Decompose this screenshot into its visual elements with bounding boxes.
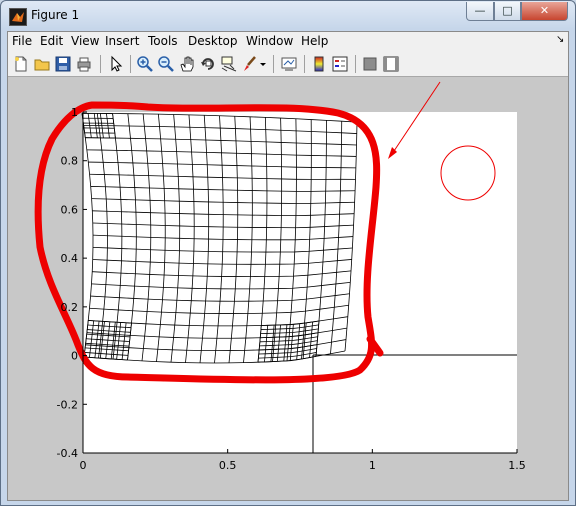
menu-help[interactable]: Help (301, 34, 328, 48)
figure-canvas[interactable]: 0 0.5 1 1.5 -0.4 -0.2 0 0.2 0.4 0.6 0.8 1 (8, 77, 568, 500)
print-icon[interactable] (75, 55, 93, 73)
toolbar-separator (355, 55, 356, 73)
x-tick-label: 0.5 (219, 459, 237, 472)
show-plot-tools-icon[interactable] (382, 55, 400, 73)
axes-plot[interactable]: 0 0.5 1 1.5 -0.4 -0.2 0 0.2 0.4 0.6 0.8 1 (8, 77, 568, 500)
rotate-3d-icon[interactable] (199, 55, 217, 73)
figure-window: Figure 1 — □ ✕ File Edit View Insert Too… (0, 0, 576, 506)
brush-icon[interactable] (241, 55, 259, 73)
y-tick-label: 1 (71, 106, 78, 119)
menu-edit[interactable]: Edit (40, 34, 63, 48)
minimize-button[interactable]: — (466, 2, 494, 21)
maximize-button[interactable]: □ (494, 2, 521, 21)
pan-hand-icon[interactable] (178, 55, 196, 73)
figure-toolbar (8, 51, 568, 77)
y-ticks: -0.4 -0.2 0 0.2 0.4 0.6 0.8 1 (57, 106, 87, 460)
toolbar-separator (273, 55, 274, 73)
x-tick-label: 0 (80, 459, 87, 472)
zoom-in-icon[interactable] (136, 55, 154, 73)
new-figure-icon[interactable] (12, 55, 30, 73)
menu-tools[interactable]: Tools (148, 34, 178, 48)
toolbar-separator (100, 55, 101, 73)
x-tick-label: 1.5 (508, 459, 526, 472)
y-tick-label: 0 (71, 350, 78, 363)
y-tick-label: 0.6 (61, 203, 79, 216)
zoom-out-icon[interactable] (157, 55, 175, 73)
matlab-icon (9, 8, 27, 26)
data-cursor-icon[interactable] (220, 55, 238, 73)
x-tick-label: 1 (369, 459, 376, 472)
dock-arrow-icon[interactable]: ↘ (556, 34, 564, 45)
y-tick-label: 0.4 (61, 252, 79, 265)
toolbar-separator (130, 55, 131, 73)
title-bar[interactable]: Figure 1 — □ ✕ (1, 1, 575, 31)
y-tick-label: 0.2 (61, 301, 79, 314)
window-title: Figure 1 (31, 8, 80, 22)
link-plot-icon[interactable] (280, 55, 298, 73)
save-icon[interactable] (54, 55, 72, 73)
menu-window[interactable]: Window (246, 34, 293, 48)
menu-file[interactable]: File (12, 34, 32, 48)
brush-dropdown-icon[interactable] (258, 55, 268, 73)
menu-bar: File Edit View Insert Tools Desktop Wind… (8, 32, 568, 51)
hide-plot-tools-icon[interactable] (361, 55, 379, 73)
figure-client: File Edit View Insert Tools Desktop Wind… (7, 31, 569, 501)
menu-desktop[interactable]: Desktop (188, 34, 238, 48)
toolbar-separator (304, 55, 305, 73)
menu-view[interactable]: View (71, 34, 99, 48)
y-tick-label: 0.8 (61, 155, 79, 168)
insert-legend-icon[interactable] (331, 55, 349, 73)
y-tick-label: -0.2 (57, 398, 78, 411)
close-button[interactable]: ✕ (521, 2, 568, 21)
y-tick-label: -0.4 (57, 447, 78, 460)
open-file-icon[interactable] (33, 55, 51, 73)
edit-plot-arrow-icon[interactable] (106, 55, 124, 73)
insert-colorbar-icon[interactable] (310, 55, 328, 73)
menu-insert[interactable]: Insert (105, 34, 139, 48)
